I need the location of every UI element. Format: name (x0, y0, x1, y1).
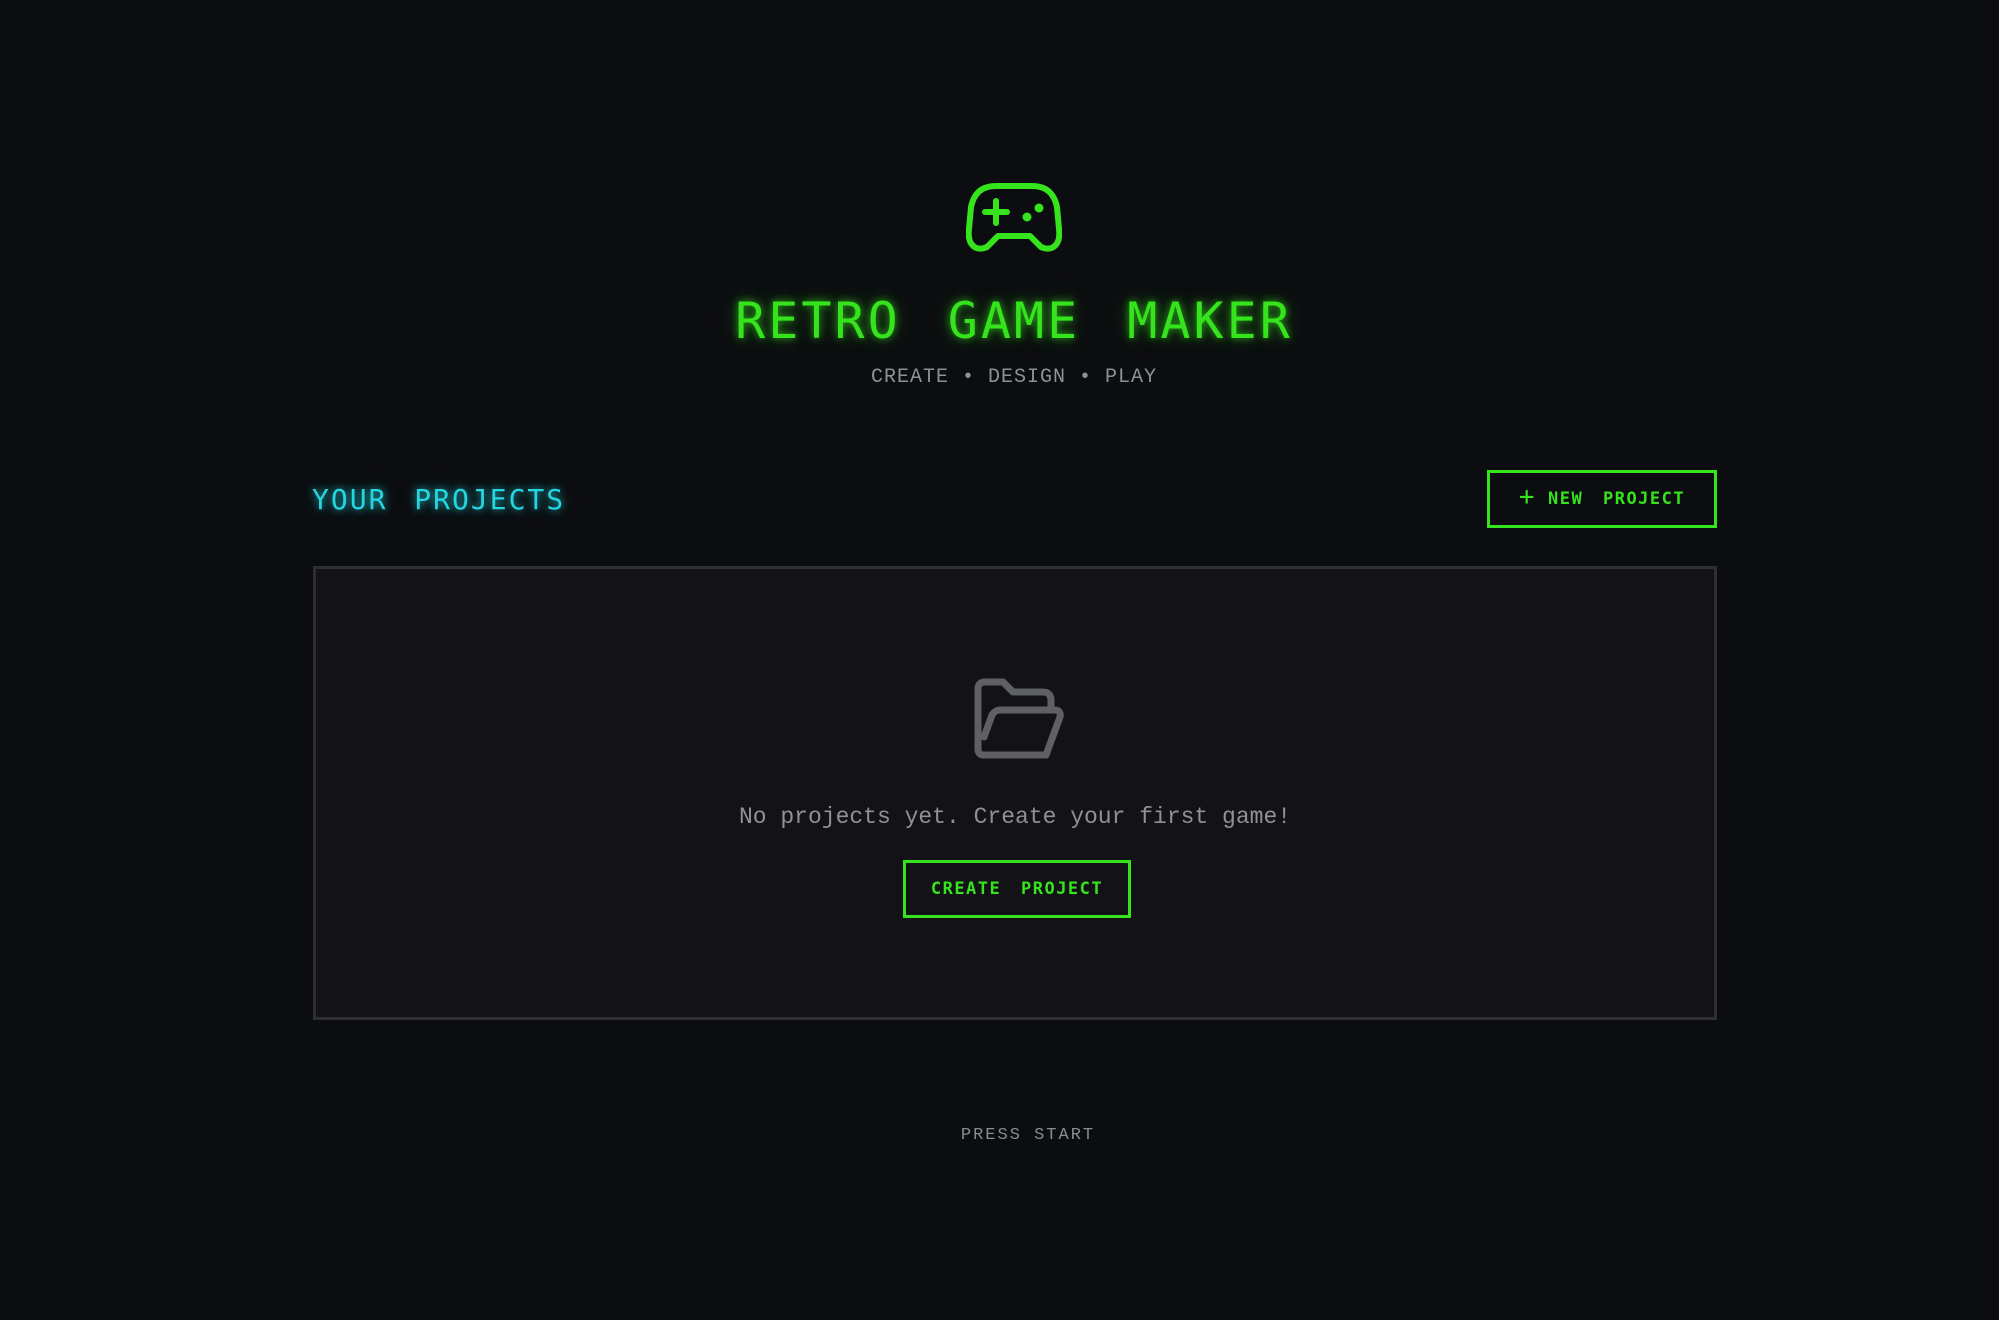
gamepad-icon (965, 181, 1063, 255)
folder-open-icon (970, 677, 1064, 761)
empty-state-message: No projects yet. Create your first game! (738, 804, 1292, 830)
footer-press-start: PRESS START (960, 1126, 1096, 1145)
app-subtitle: CREATE • DESIGN • PLAY (870, 366, 1158, 389)
app-title: RETRO GAME MAKER (735, 292, 1293, 350)
new-project-label: NEW PROJECT (1548, 489, 1686, 509)
plus-icon: + (1518, 482, 1537, 512)
create-project-button[interactable]: CREATE PROJECT (903, 860, 1131, 918)
section-title: YOUR PROJECTS (312, 483, 566, 516)
projects-empty-panel: No projects yet. Create your first game!… (313, 566, 1717, 1020)
new-project-button[interactable]: + NEW PROJECT (1487, 470, 1717, 528)
app-root: { "header": { "logo_icon": "gamepad-icon… (0, 0, 1999, 1320)
